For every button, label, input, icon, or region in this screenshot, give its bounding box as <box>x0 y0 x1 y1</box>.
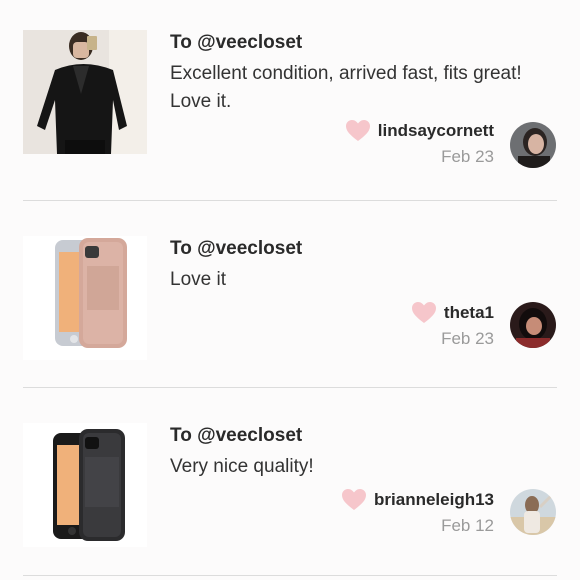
review-card: To @veecloset Love it theta1 Feb 23 <box>0 236 580 386</box>
heart-icon <box>345 120 370 141</box>
review-date: Feb 23 <box>441 147 494 166</box>
review-date: Feb 12 <box>441 516 494 535</box>
divider <box>23 200 557 201</box>
review-message: Very nice quality! <box>170 456 314 477</box>
product-thumbnail[interactable] <box>23 30 147 154</box>
review-card: To @veecloset Very nice quality! brianne… <box>0 423 580 573</box>
reviewer-username[interactable]: lindsaycornett <box>378 121 494 141</box>
leather-jacket-photo-icon <box>23 30 147 154</box>
user-avatar-photo-icon <box>510 122 556 168</box>
review-card: To @veecloset Excellent condition, arriv… <box>0 30 580 200</box>
reviewer-line: brianneleigh13 <box>342 489 494 511</box>
reviewer-line: theta1 <box>411 302 494 324</box>
product-thumbnail[interactable] <box>23 423 147 547</box>
reviewer-line: lindsaycornett <box>345 120 494 142</box>
product-thumbnail[interactable] <box>23 236 147 360</box>
divider <box>23 575 557 576</box>
black-phone-case-photo-icon <box>23 423 147 547</box>
recipient-label: To @veecloset <box>170 425 303 446</box>
review-date: Feb 23 <box>441 329 494 348</box>
review-message: Excellent condition, arrived fast, fits … <box>170 63 522 112</box>
user-avatar-photo-icon <box>510 489 556 535</box>
reviewer-avatar[interactable] <box>510 302 556 348</box>
user-avatar-photo-icon <box>510 302 556 348</box>
reviewer-avatar[interactable] <box>510 122 556 168</box>
divider <box>23 387 557 388</box>
heart-icon <box>342 489 367 510</box>
rose-gold-phone-case-photo-icon <box>23 236 147 360</box>
reviewer-username[interactable]: theta1 <box>444 303 494 323</box>
recipient-label: To @veecloset <box>170 32 303 53</box>
reviewer-username[interactable]: brianneleigh13 <box>374 490 494 510</box>
recipient-label: To @veecloset <box>170 238 303 259</box>
heart-icon <box>411 302 436 323</box>
reviewer-avatar[interactable] <box>510 489 556 535</box>
review-message: Love it <box>170 269 226 290</box>
